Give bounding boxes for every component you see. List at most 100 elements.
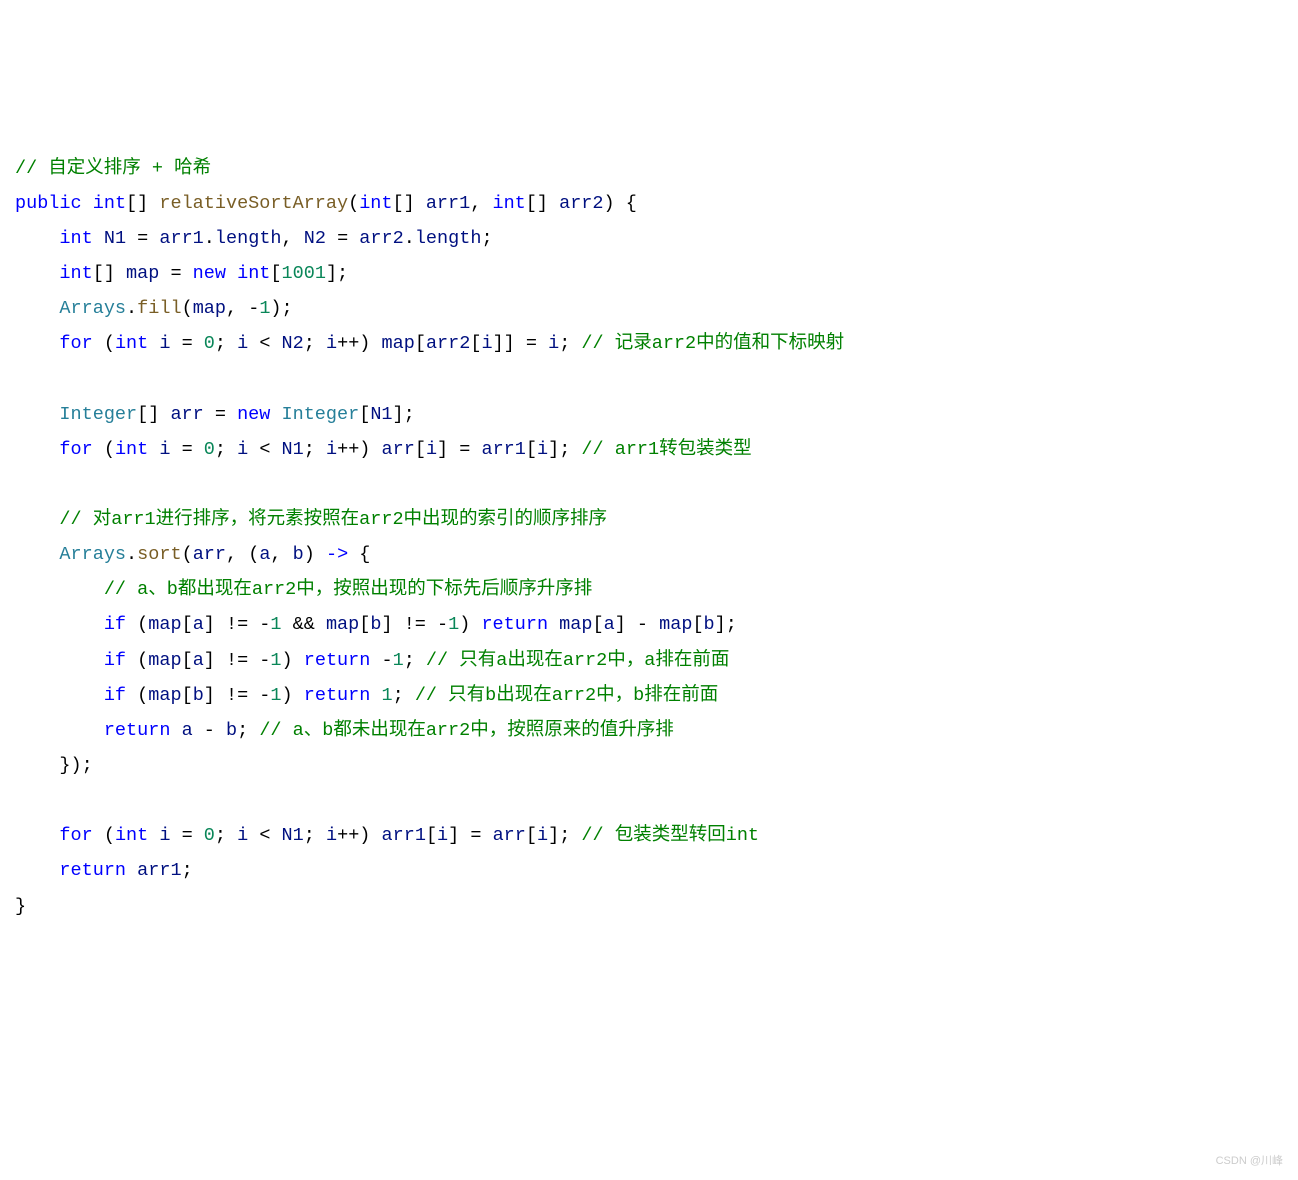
comment: // a、b都出现在arr2中，按照出现的下标先后顺序升序排 — [104, 579, 592, 600]
comment: // 只有a出现在arr2中，a排在前面 — [426, 650, 729, 671]
number: 1 — [381, 685, 392, 706]
keyword: public — [15, 193, 82, 214]
number: 1001 — [282, 263, 326, 284]
var: i — [437, 825, 448, 846]
property: length — [415, 228, 482, 249]
var: i — [481, 333, 492, 354]
keyword: new — [237, 404, 270, 425]
keyword: int — [237, 263, 270, 284]
var: i — [426, 439, 437, 460]
keyword: for — [59, 439, 92, 460]
var: b — [226, 720, 237, 741]
var: N1 — [104, 228, 126, 249]
var: b — [704, 614, 715, 635]
var: map — [126, 263, 159, 284]
keyword: return — [304, 685, 371, 706]
class: Arrays — [59, 544, 126, 565]
var: b — [293, 544, 304, 565]
keyword: int — [492, 193, 525, 214]
var: i — [326, 825, 337, 846]
keyword: int — [115, 333, 148, 354]
var: arr — [493, 825, 526, 846]
number: 0 — [204, 439, 215, 460]
var: arr — [193, 544, 226, 565]
keyword: if — [104, 650, 126, 671]
var: N2 — [304, 228, 326, 249]
watermark: CSDN @川峰 — [1216, 1151, 1283, 1172]
var: a — [193, 650, 204, 671]
keyword: int — [93, 193, 126, 214]
comment-line: // 自定义排序 + 哈希 — [15, 158, 211, 179]
comment: // 记录arr2中的值和下标映射 — [581, 333, 844, 354]
var: i — [159, 439, 170, 460]
var: arr — [382, 439, 415, 460]
keyword: int — [115, 825, 148, 846]
var: map — [148, 650, 181, 671]
var: i — [237, 333, 248, 354]
number: 0 — [204, 333, 215, 354]
number: 1 — [270, 650, 281, 671]
number: 1 — [448, 614, 459, 635]
class: Arrays — [59, 298, 126, 319]
comment: // 包装类型转回int — [581, 825, 759, 846]
var: i — [548, 333, 559, 354]
var: a — [604, 614, 615, 635]
var: b — [193, 685, 204, 706]
var: map — [148, 614, 181, 635]
arrow: -> — [326, 544, 348, 565]
var: N1 — [370, 404, 392, 425]
var: i — [537, 825, 548, 846]
comment: // 只有b出现在arr2中，b排在前面 — [415, 685, 718, 706]
comment: // a、b都未出现在arr2中，按照原来的值升序排 — [259, 720, 673, 741]
var: i — [326, 439, 337, 460]
keyword: int — [59, 263, 92, 284]
keyword: int — [59, 228, 92, 249]
var: arr1 — [382, 825, 426, 846]
var: a — [259, 544, 270, 565]
keyword: if — [104, 614, 126, 635]
keyword: int — [359, 193, 392, 214]
var: arr1 — [137, 860, 181, 881]
var: map — [326, 614, 359, 635]
var: N1 — [282, 825, 304, 846]
var: i — [237, 439, 248, 460]
keyword: for — [59, 333, 92, 354]
var: b — [370, 614, 381, 635]
var: N2 — [282, 333, 304, 354]
param: arr2 — [559, 193, 603, 214]
var: arr — [170, 404, 203, 425]
keyword: return — [59, 860, 126, 881]
var: map — [193, 298, 226, 319]
var: map — [659, 614, 692, 635]
comment: // arr1转包装类型 — [581, 439, 751, 460]
var: i — [159, 333, 170, 354]
var: i — [159, 825, 170, 846]
var: a — [193, 614, 204, 635]
var: arr2 — [426, 333, 470, 354]
property: length — [215, 228, 282, 249]
number: 1 — [270, 614, 281, 635]
param: arr1 — [426, 193, 470, 214]
var: arr1 — [481, 439, 525, 460]
keyword: int — [115, 439, 148, 460]
var: a — [182, 720, 193, 741]
keyword: return — [304, 650, 371, 671]
keyword: return — [104, 720, 171, 741]
keyword: return — [481, 614, 548, 635]
var: map — [148, 685, 181, 706]
var: i — [326, 333, 337, 354]
function-name: relativeSortArray — [159, 193, 348, 214]
method: sort — [137, 544, 181, 565]
number: 1 — [393, 650, 404, 671]
var: i — [537, 439, 548, 460]
var: N1 — [282, 439, 304, 460]
var: arr2 — [359, 228, 403, 249]
number: 1 — [259, 298, 270, 319]
keyword: if — [104, 685, 126, 706]
comment: // 对arr1进行排序，将元素按照在arr2中出现的索引的顺序排序 — [59, 509, 607, 530]
var: i — [237, 825, 248, 846]
var: map — [382, 333, 415, 354]
var: map — [559, 614, 592, 635]
class: Integer — [282, 404, 360, 425]
keyword: for — [59, 825, 92, 846]
